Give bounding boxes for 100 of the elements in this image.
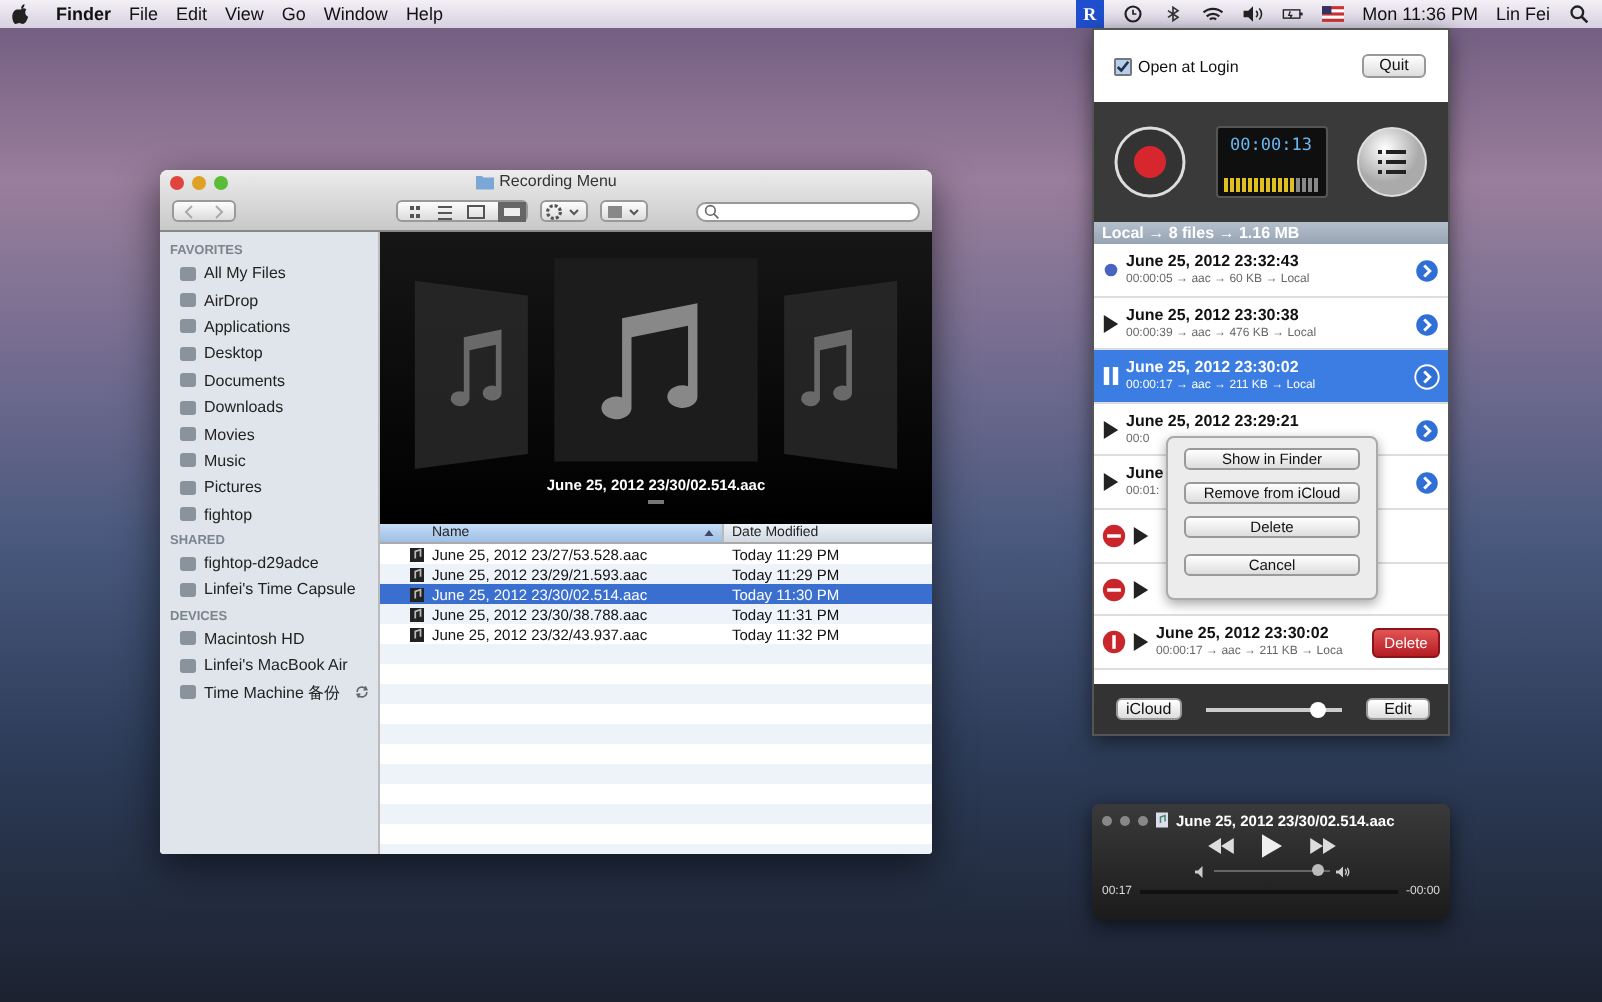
search-field[interactable]: [696, 201, 920, 221]
menu-item[interactable]: Edit: [176, 4, 208, 24]
record-button[interactable]: [1114, 126, 1186, 198]
sidebar-item[interactable]: Pictures: [160, 474, 378, 502]
back-forward-buttons[interactable]: [172, 200, 236, 222]
checkbox-label: Open at Login: [1138, 57, 1239, 75]
clock-icon[interactable]: [1122, 4, 1145, 24]
remove-icon[interactable]: [1102, 523, 1126, 548]
fast-forward-icon[interactable]: [1309, 838, 1335, 854]
play-icon[interactable]: [1102, 472, 1120, 493]
item-icon: [178, 290, 198, 311]
flag-icon[interactable]: [1322, 4, 1345, 24]
scroll-indicator: [648, 500, 664, 504]
sidebar-item[interactable]: Downloads: [160, 393, 378, 421]
item-icon: [178, 370, 198, 391]
recording-title: June 25, 2012 23:30:02: [1126, 358, 1299, 377]
item-icon: [178, 579, 198, 600]
play-icon[interactable]: [1102, 419, 1120, 440]
recording-title: June 25, 2012 23:30:02: [1156, 624, 1329, 643]
close-button[interactable]: [1102, 815, 1112, 825]
chevron-icon[interactable]: [1414, 258, 1440, 284]
slider-thumb[interactable]: [1309, 701, 1326, 717]
item-icon: [178, 316, 198, 337]
search-icon: [704, 203, 720, 219]
rewind-icon[interactable]: [1207, 838, 1233, 854]
remove-icon[interactable]: [1102, 577, 1126, 602]
list-button[interactable]: [1356, 126, 1428, 198]
sidebar-item[interactable]: Linfei's MacBook Air: [160, 652, 378, 679]
menu-clock[interactable]: Mon 11:36 PM: [1362, 4, 1478, 24]
item-icon: [178, 263, 198, 284]
folder-icon: [475, 173, 494, 189]
volume-icon[interactable]: [1242, 4, 1265, 24]
item-icon: [178, 450, 198, 471]
arrange-button[interactable]: [600, 200, 648, 222]
recording-title: June 25, 2012 23:32:43: [1126, 252, 1299, 270]
menu-item[interactable]: View: [225, 4, 264, 24]
item-icon: [178, 628, 198, 649]
play-icon[interactable]: [1132, 525, 1150, 546]
user-name[interactable]: Lin Fei: [1495, 4, 1550, 24]
audio-file-icon: [410, 627, 424, 641]
checkbox[interactable]: [1114, 57, 1132, 75]
sidebar-item[interactable]: Music: [160, 447, 378, 475]
chevron-icon[interactable]: [1414, 311, 1440, 338]
chevron-icon[interactable]: [1414, 417, 1440, 444]
chevron-icon[interactable]: [1414, 470, 1440, 497]
sidebar-item[interactable]: Documents: [160, 367, 378, 394]
edit-button[interactable]: Edit: [1366, 698, 1430, 720]
play-icon[interactable]: [1132, 632, 1150, 653]
item-icon: [178, 504, 198, 525]
sidebar-item[interactable]: Movies: [160, 420, 378, 448]
recording-title: June: [1126, 464, 1164, 483]
wifi-icon[interactable]: [1202, 4, 1225, 24]
play-icon[interactable]: [1132, 579, 1150, 600]
sort-arrow-icon: [704, 530, 714, 536]
status-app-icon[interactable]: R: [1075, 0, 1105, 28]
menu-item[interactable]: Finder: [56, 4, 112, 24]
sidebar-item[interactable]: AirDrop: [160, 286, 378, 314]
sidebar-item[interactable]: All My Files: [160, 260, 378, 287]
sidebar-item[interactable]: fightop: [160, 501, 378, 528]
view-buttons[interactable]: [396, 200, 528, 222]
volume-high-icon: [1335, 865, 1349, 877]
audio-file-icon: [410, 547, 424, 561]
audio-file-icon: [410, 587, 424, 601]
item-icon: [178, 397, 198, 418]
recording-title: June 25, 2012 23:30:38: [1126, 305, 1299, 324]
timer-text: 00:00:13: [1230, 136, 1312, 156]
sidebar-item[interactable]: Macintosh HD: [160, 625, 378, 653]
quit-button[interactable]: Quit: [1362, 54, 1426, 78]
recording-dot-icon: [1102, 260, 1120, 280]
volume-thumb[interactable]: [1311, 864, 1324, 876]
item-icon: [178, 477, 198, 498]
chevron-icon[interactable]: [1414, 364, 1440, 391]
zoom-button[interactable]: [1138, 815, 1148, 825]
menu-item[interactable]: Window: [323, 4, 388, 24]
menu-item[interactable]: Help: [405, 4, 443, 24]
close-button[interactable]: [170, 176, 184, 190]
item-icon: [178, 424, 198, 445]
recording-title: June 25, 2012 23:29:21: [1126, 411, 1299, 430]
menu-item[interactable]: Go: [281, 4, 306, 24]
sidebar-item[interactable]: Desktop: [160, 340, 378, 368]
window-title: Recording Menu: [499, 172, 617, 190]
bluetooth-icon[interactable]: [1162, 4, 1185, 24]
audio-file-icon: [410, 567, 424, 581]
menu-item[interactable]: File: [129, 4, 159, 24]
play-icon[interactable]: [1102, 313, 1120, 334]
play-icon[interactable]: [1261, 834, 1281, 858]
sidebar-item[interactable]: Linfei's Time Capsule: [160, 576, 378, 604]
icloud-button[interactable]: iCloud: [1116, 698, 1182, 720]
pause-icon[interactable]: [1102, 366, 1120, 387]
action-menu-button[interactable]: [540, 200, 588, 222]
battery-icon[interactable]: [1282, 4, 1305, 24]
item-icon: [178, 655, 198, 676]
sidebar-item[interactable]: Applications: [160, 313, 378, 341]
remove-icon[interactable]: [1102, 630, 1126, 655]
sidebar-item[interactable]: Time Machine 备份: [160, 678, 378, 706]
sidebar-item[interactable]: fightop-d29adce: [160, 549, 378, 577]
apple-icon[interactable]: [12, 3, 30, 25]
search-icon[interactable]: [1568, 4, 1590, 24]
minimize-button[interactable]: [1120, 815, 1130, 825]
volume-low-icon: [1193, 865, 1207, 877]
